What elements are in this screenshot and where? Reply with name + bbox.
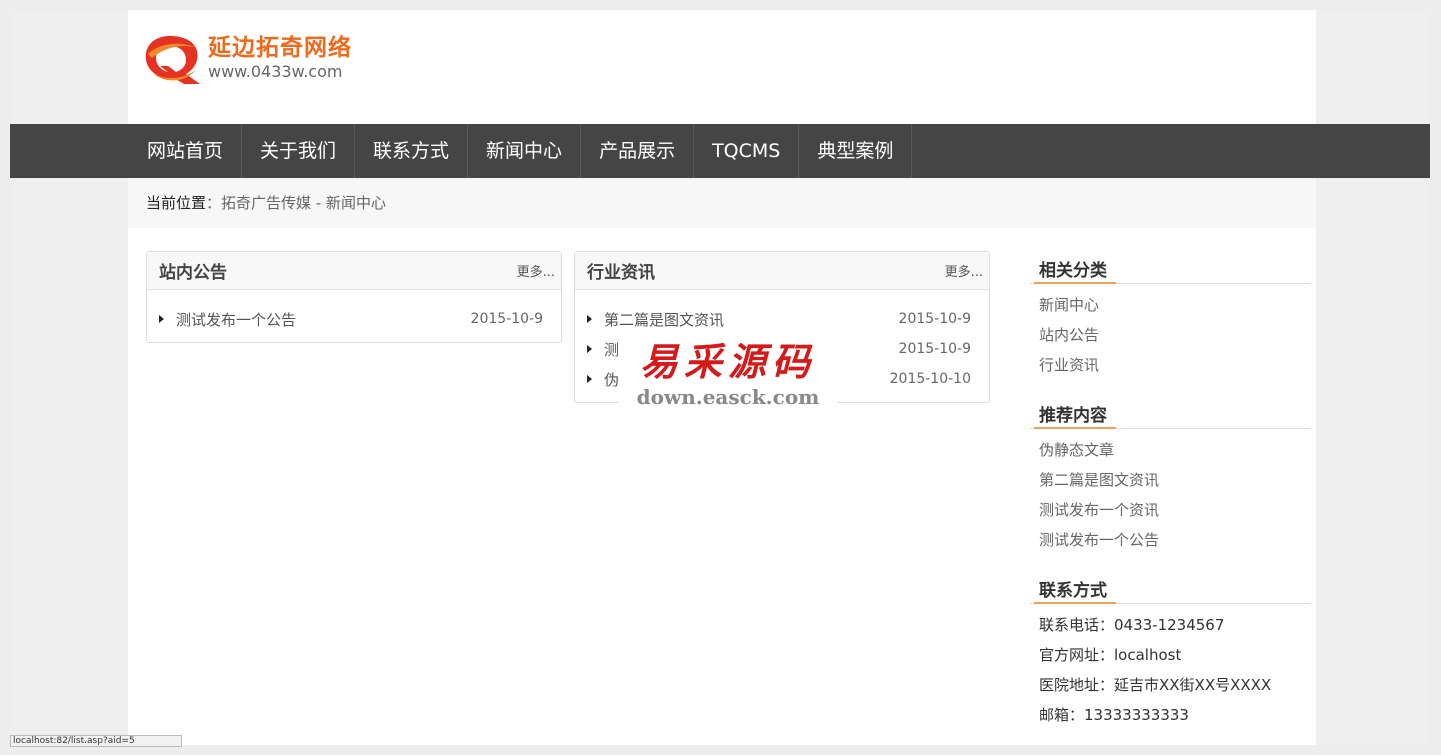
sidebar-categories-title: 相关分类	[1030, 260, 1310, 284]
nav-item-home[interactable]: 网站首页	[128, 124, 243, 178]
site-header: 延边拓奇网络 www.0433w.com	[128, 10, 1316, 124]
browser-viewport: 延边拓奇网络 www.0433w.com 当前位置：拓奇广告传媒 - 新闻中心 …	[10, 10, 1430, 745]
sidebar-recommended-title: 推荐内容	[1030, 405, 1310, 429]
breadcrumb: 当前位置：拓奇广告传媒 - 新闻中心	[128, 178, 1316, 228]
sidebar-recommended: 推荐内容 伪静态文章 第二篇是图文资讯 测试发布一个资讯 测试发布一个公告	[1030, 405, 1310, 555]
logo-title: 延边拓奇网络	[208, 35, 352, 61]
nav-item-news[interactable]: 新闻中心	[468, 124, 582, 178]
site-logo[interactable]: 延边拓奇网络 www.0433w.com	[140, 30, 370, 86]
list-item-date: 2015-10-9	[898, 341, 971, 357]
sidebar-link[interactable]: 测试发布一个公告	[1039, 525, 1310, 555]
logo-text: 延边拓奇网络 www.0433w.com	[208, 34, 352, 82]
sidebar-categories: 相关分类 新闻中心 站内公告 行业资讯	[1030, 260, 1310, 380]
watermark-text: 易采源码	[639, 339, 816, 384]
list-item-date: 2015-10-9	[898, 311, 971, 327]
main-nav: 网站首页 关于我们 联系方式 新闻中心 产品展示 TQCMS 典型案例	[10, 124, 1430, 178]
sidebar-contact: 联系方式 联系电话：0433-1234567 官方网址：localhost 医院…	[1030, 580, 1310, 730]
bullet-triangle-icon	[587, 315, 592, 323]
sidebar-link[interactable]: 测试发布一个资讯	[1039, 495, 1310, 525]
nav-item-about[interactable]: 关于我们	[242, 124, 356, 178]
sidebar-contact-list: 联系电话：0433-1234567 官方网址：localhost 医院地址：延吉…	[1030, 604, 1310, 730]
nav-item-tqcms[interactable]: TQCMS	[694, 124, 800, 178]
bullet-triangle-icon	[159, 315, 164, 323]
watermark-url: down.easck.com	[618, 386, 838, 408]
breadcrumb-path[interactable]: 拓奇广告传媒 - 新闻中心	[221, 194, 386, 212]
list-item[interactable]: 测试发布一个公告 2015-10-9	[159, 304, 543, 334]
sidebar-recommended-list: 伪静态文章 第二篇是图文资讯 测试发布一个资讯 测试发布一个公告	[1030, 429, 1310, 555]
notice-list: 测试发布一个公告 2015-10-9	[147, 290, 561, 342]
sidebar-categories-list: 新闻中心 站内公告 行业资讯	[1030, 284, 1310, 380]
contact-email: 邮箱：13333333333	[1039, 706, 1189, 724]
nav-item-cases[interactable]: 典型案例	[799, 124, 913, 178]
sidebar-link[interactable]: 行业资讯	[1039, 350, 1310, 380]
bullet-triangle-icon	[587, 375, 592, 383]
breadcrumb-sep: ：	[206, 194, 222, 212]
industry-more-link[interactable]: 更多...	[945, 261, 983, 280]
sidebar-link[interactable]: 第二篇是图文资讯	[1039, 465, 1310, 495]
notice-panel-title: 站内公告	[159, 263, 227, 283]
list-item-title[interactable]: 测试发布一个公告	[176, 309, 471, 330]
notice-panel: 站内公告 更多... 测试发布一个公告 2015-10-9	[146, 251, 562, 343]
industry-panel-header: 行业资讯 更多...	[575, 252, 989, 290]
contact-phone: 联系电话：0433-1234567	[1039, 616, 1225, 634]
list-item-date: 2015-10-10	[889, 371, 971, 387]
contact-website: 官方网址：localhost	[1039, 646, 1182, 664]
sidebar-link[interactable]: 伪静态文章	[1039, 435, 1310, 465]
logo-url: www.0433w.com	[208, 62, 343, 81]
notice-panel-header: 站内公告 更多...	[147, 252, 561, 290]
breadcrumb-label: 当前位置	[146, 194, 207, 212]
logo-mark-icon	[145, 36, 200, 84]
sidebar-contact-title: 联系方式	[1030, 580, 1310, 604]
contact-address: 医院地址：延吉市XX街XX号XXXX	[1039, 676, 1272, 694]
bullet-triangle-icon	[587, 345, 592, 353]
main-nav-items: 网站首页 关于我们 联系方式 新闻中心 产品展示 TQCMS 典型案例	[128, 124, 913, 178]
industry-panel-title: 行业资讯	[587, 263, 655, 283]
list-item-date: 2015-10-9	[470, 311, 543, 327]
page-container: 延边拓奇网络 www.0433w.com 当前位置：拓奇广告传媒 - 新闻中心 …	[128, 10, 1316, 745]
list-item-title[interactable]: 第二篇是图文资讯	[604, 309, 899, 330]
watermark: 易采源码 down.easck.com	[618, 338, 838, 408]
sidebar-link[interactable]: 新闻中心	[1039, 290, 1310, 320]
nav-item-contact[interactable]: 联系方式	[355, 124, 469, 178]
notice-more-link[interactable]: 更多...	[517, 261, 555, 280]
sidebar-link[interactable]: 站内公告	[1039, 320, 1310, 350]
status-bar-url: localhost:82/list.asp?aid=5	[10, 735, 182, 747]
nav-item-products[interactable]: 产品展示	[581, 124, 695, 178]
list-item[interactable]: 第二篇是图文资讯 2015-10-9	[587, 304, 971, 334]
